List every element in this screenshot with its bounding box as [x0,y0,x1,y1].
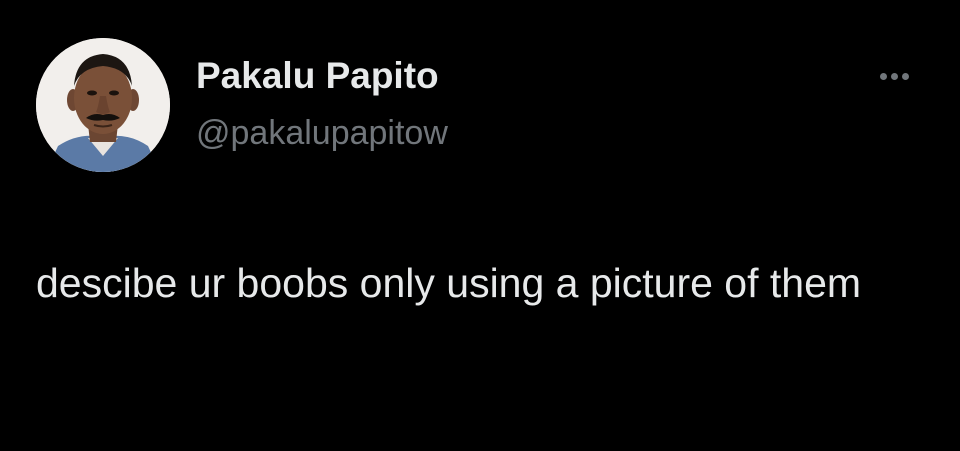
dot [901,72,909,80]
author-handle[interactable]: @pakalupapitow [196,112,448,154]
tweet-text: descibe ur boobs only using a picture of… [36,260,862,306]
more-options-icon[interactable] [866,64,922,88]
avatar[interactable] [36,38,170,172]
tweet: Pakalu Papito @pakalupapitow descibe ur … [0,0,960,451]
profile-photo [36,38,170,172]
dot [890,72,898,80]
author-name[interactable]: Pakalu Papito [196,54,439,98]
dot [879,72,887,80]
